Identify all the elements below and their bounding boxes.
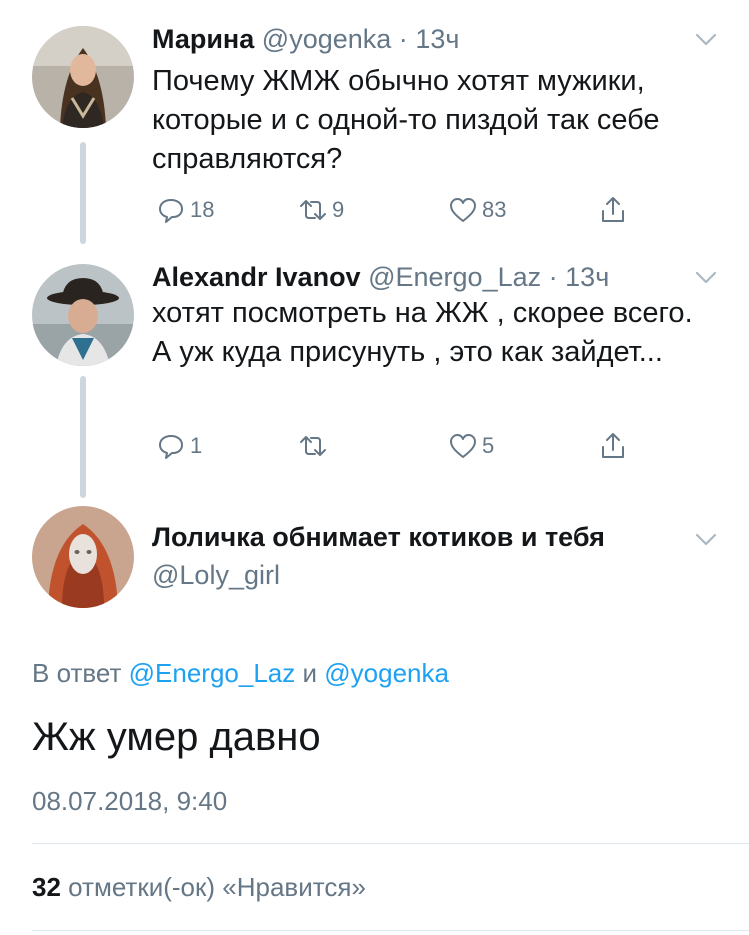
mention-link[interactable]: @Energo_Laz bbox=[129, 658, 296, 688]
avatar-image bbox=[32, 506, 134, 608]
tweet-time[interactable]: 13ч bbox=[565, 262, 609, 292]
share-button[interactable] bbox=[598, 428, 632, 464]
tweet-header: Марина @yogenka · 13ч bbox=[152, 22, 689, 56]
reply-and: и bbox=[302, 658, 318, 688]
like-count: 83 bbox=[482, 197, 507, 222]
mention-link[interactable]: @yogenka bbox=[324, 658, 449, 688]
tweet-text: хотят посмотреть на ЖЖ , скорее всего. А… bbox=[152, 297, 693, 368]
reply-button[interactable]: 1 bbox=[156, 428, 202, 464]
tweet-header: Лоличка обнимает котиков и тебя @Loly_gi… bbox=[152, 520, 669, 592]
avatar-image bbox=[32, 26, 134, 128]
tweet-text: Почему ЖМЖ обычно хотят мужики, которые … bbox=[152, 65, 660, 175]
tweet[interactable]: Alexandr Ivanov @Energo_Laz · 13ч хотят … bbox=[0, 250, 749, 500]
retweet-button[interactable] bbox=[298, 428, 332, 464]
like-button[interactable]: 83 bbox=[448, 192, 506, 228]
avatar[interactable] bbox=[32, 26, 134, 128]
author-handle[interactable]: @yogenka bbox=[262, 24, 392, 54]
divider bbox=[32, 843, 749, 844]
reply-count: 18 bbox=[190, 197, 215, 222]
tweet-actions: 1 5 bbox=[152, 428, 652, 464]
like-icon bbox=[450, 434, 476, 458]
tweet-timestamp: 08.07.2018, 9:40 bbox=[32, 786, 228, 816]
divider bbox=[32, 930, 749, 931]
main-tweet-text: Жж умер давно bbox=[32, 715, 321, 759]
like-count: 5 bbox=[482, 433, 495, 458]
tweet-actions: 18 9 83 bbox=[152, 192, 652, 228]
like-total: 32 bbox=[32, 872, 61, 902]
author-name[interactable]: Марина bbox=[152, 24, 254, 54]
reply-button[interactable]: 18 bbox=[156, 192, 214, 228]
chevron-down-icon[interactable] bbox=[693, 526, 719, 552]
retweet-count: 9 bbox=[332, 197, 345, 222]
retweet-button[interactable]: 9 bbox=[298, 192, 344, 228]
reply-icon bbox=[159, 199, 183, 223]
reply-count: 1 bbox=[190, 433, 203, 458]
avatar[interactable] bbox=[32, 264, 134, 366]
author-name[interactable]: Alexandr Ivanov bbox=[152, 262, 361, 292]
chevron-down-icon[interactable] bbox=[693, 26, 719, 52]
reply-context: В ответ @Energo_Laz и @yogenka bbox=[32, 658, 449, 689]
separator: · bbox=[398, 24, 408, 54]
like-icon bbox=[450, 198, 476, 222]
like-label: отметки(-ок) «Нравится» bbox=[68, 872, 366, 902]
tweet-header: Alexandr Ivanov @Energo_Laz · 13ч bbox=[152, 260, 689, 294]
author-handle[interactable]: @Loly_girl bbox=[152, 558, 669, 592]
avatar-image bbox=[32, 264, 134, 366]
like-button[interactable]: 5 bbox=[448, 428, 494, 464]
share-button[interactable] bbox=[598, 192, 632, 228]
avatar[interactable] bbox=[32, 506, 134, 608]
retweet-icon bbox=[300, 436, 326, 456]
likes-summary[interactable]: 32 отметки(-ок) «Нравится» bbox=[32, 872, 366, 903]
chevron-down-icon[interactable] bbox=[693, 264, 719, 290]
author-handle[interactable]: @Energo_Laz bbox=[368, 262, 541, 292]
reply-icon bbox=[159, 435, 183, 459]
separator: · bbox=[548, 262, 558, 292]
reply-prefix: В ответ bbox=[32, 658, 122, 688]
share-icon bbox=[602, 197, 624, 222]
tweet-time[interactable]: 13ч bbox=[415, 24, 459, 54]
tweet[interactable]: Марина @yogenka · 13ч Почему ЖМЖ обычно … bbox=[0, 0, 749, 250]
retweet-icon bbox=[300, 200, 326, 220]
share-icon bbox=[602, 433, 624, 458]
author-name[interactable]: Лоличка обнимает котиков и тебя bbox=[152, 520, 669, 554]
